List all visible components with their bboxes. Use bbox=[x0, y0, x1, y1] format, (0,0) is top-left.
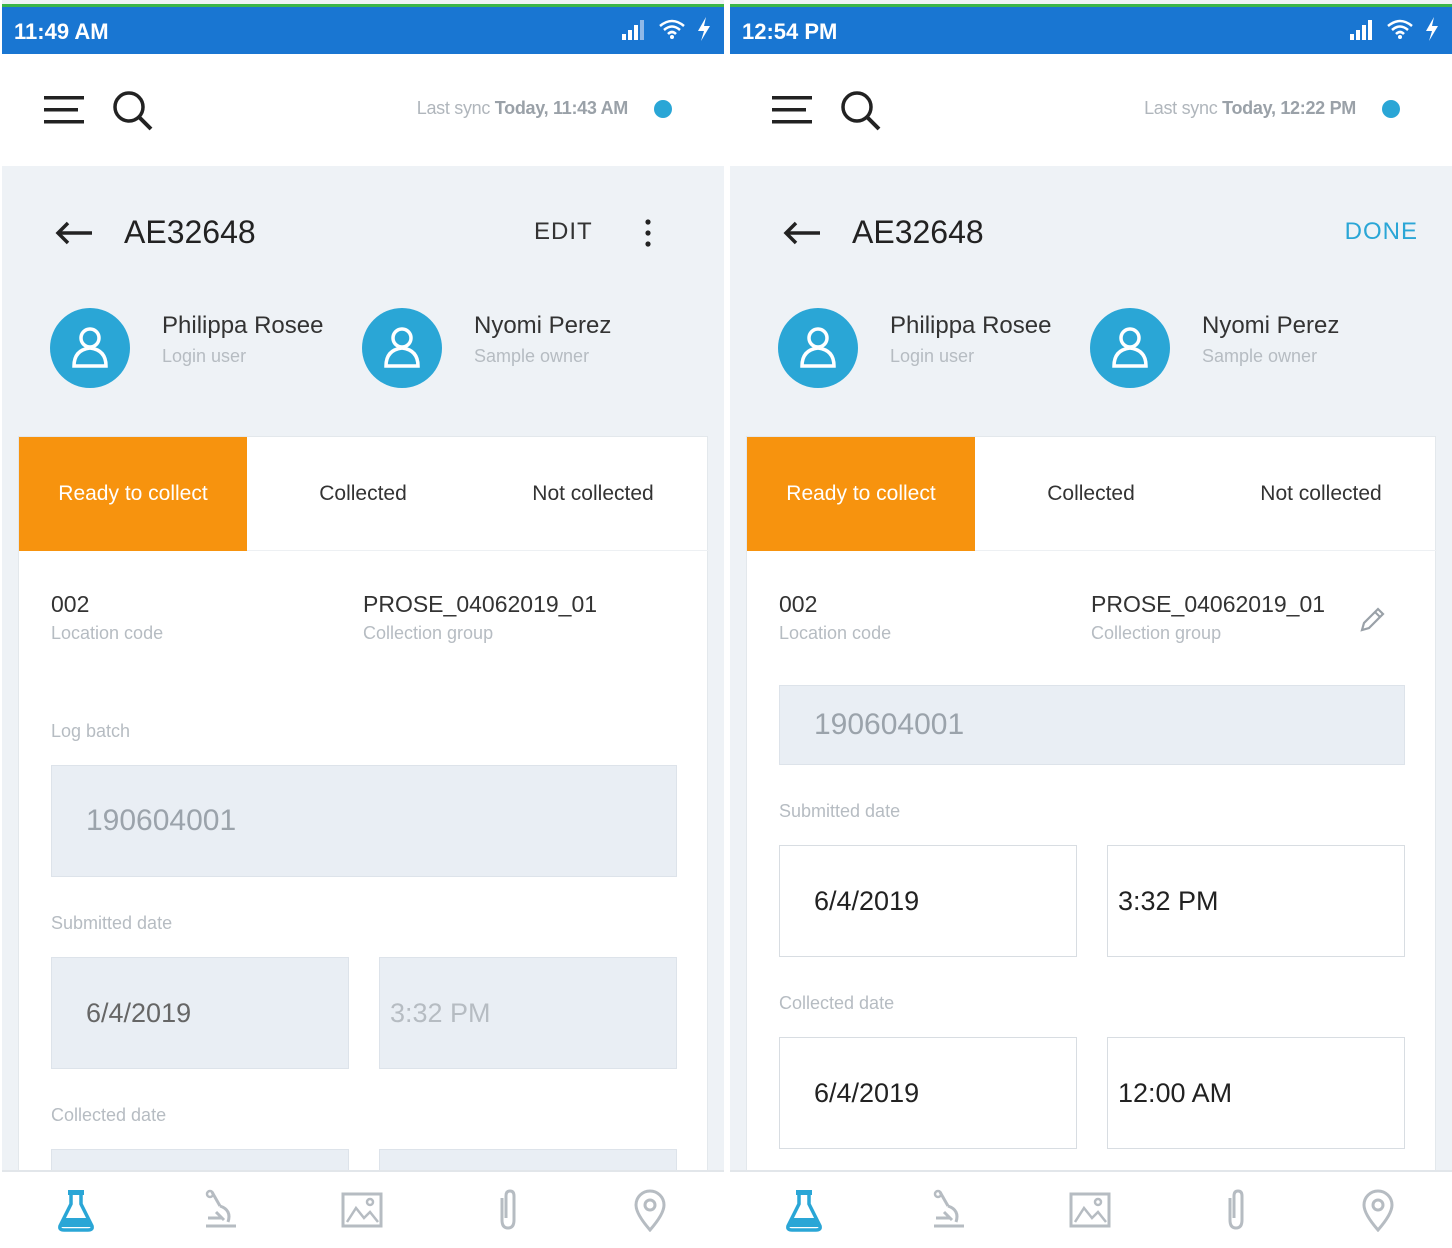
charging-icon bbox=[1426, 17, 1438, 41]
sample-owner-name: Nyomi Perez bbox=[474, 312, 612, 339]
menu-icon[interactable] bbox=[772, 94, 814, 126]
tab-collected[interactable]: Collected bbox=[249, 437, 477, 551]
collection-group-value: PROSE_04062019_01 bbox=[363, 591, 598, 617]
log-batch-label: Log batch bbox=[51, 721, 131, 741]
location-code-value: 002 bbox=[779, 591, 818, 617]
sync-time: Today, 12:22 PM bbox=[1222, 98, 1356, 118]
tab-collected[interactable]: Collected bbox=[977, 437, 1205, 551]
flask-icon[interactable] bbox=[782, 1188, 826, 1232]
status-tabs: Ready to collect Collected Not collected bbox=[747, 437, 1437, 551]
status-tabs: Ready to collect Collected Not collected bbox=[19, 437, 709, 551]
tab-not-collected[interactable]: Not collected bbox=[1207, 437, 1435, 551]
signal-icon bbox=[1350, 20, 1372, 40]
sample-id-title: AE32648 bbox=[852, 214, 984, 250]
sample-id-title: AE32648 bbox=[124, 214, 256, 250]
avatar-sample-owner bbox=[362, 308, 442, 388]
avatar-sample-owner bbox=[1090, 308, 1170, 388]
submitted-date-label: Submitted date bbox=[779, 801, 901, 821]
app-bar: Last sync Today, 12:22 PM bbox=[730, 54, 1452, 166]
avatar-login-user bbox=[778, 308, 858, 388]
submitted-time-field[interactable]: 3:32 PM bbox=[1107, 845, 1405, 957]
pencil-edit-icon[interactable] bbox=[1357, 605, 1387, 635]
bottom-navigation bbox=[2, 1170, 724, 1248]
sync-time: Today, 11:43 AM bbox=[494, 98, 629, 118]
phone-screen-edit-mode: 12:54 PM Last sync Today, 12:22 PM AE326… bbox=[730, 0, 1452, 1248]
login-user-role: Login user bbox=[890, 346, 975, 366]
user-icon bbox=[800, 327, 836, 368]
done-button[interactable]: DONE bbox=[1345, 218, 1418, 246]
collection-group-value: PROSE_04062019_01 bbox=[1091, 591, 1326, 617]
submitted-date-field: 6/4/2019 bbox=[51, 957, 349, 1069]
search-icon[interactable] bbox=[110, 88, 154, 132]
tab-not-collected[interactable]: Not collected bbox=[479, 437, 707, 551]
back-arrow-icon[interactable] bbox=[54, 220, 94, 246]
attachment-icon[interactable] bbox=[486, 1188, 530, 1232]
avatar-login-user bbox=[50, 308, 130, 388]
sample-owner-name: Nyomi Perez bbox=[1202, 312, 1340, 339]
menu-icon[interactable] bbox=[44, 94, 86, 126]
sync-status-dot bbox=[654, 100, 672, 118]
collected-time-field[interactable]: 12:00 AM bbox=[1107, 1037, 1405, 1149]
collected-date-label: Collected date bbox=[51, 1105, 167, 1125]
image-icon[interactable] bbox=[340, 1188, 384, 1232]
submitted-time-field: 3:32 PM bbox=[379, 957, 677, 1069]
charging-icon bbox=[698, 17, 710, 41]
log-batch-field: 190604001 bbox=[51, 765, 677, 877]
collected-date-label: Collected date bbox=[779, 993, 895, 1013]
collected-date-field[interactable]: 6/4/2019 bbox=[779, 1037, 1077, 1149]
submitted-date-label: Submitted date bbox=[51, 913, 173, 933]
location-code-label: Location code bbox=[779, 623, 892, 643]
more-options-icon[interactable] bbox=[642, 218, 654, 248]
location-pin-icon[interactable] bbox=[1356, 1188, 1400, 1232]
login-user-name: Philippa Rosee bbox=[890, 312, 1052, 339]
location-code-label: Location code bbox=[51, 623, 164, 643]
log-batch-field: 190604001 bbox=[779, 685, 1405, 765]
status-bar: 12:54 PM bbox=[730, 4, 1452, 54]
image-icon[interactable] bbox=[1068, 1188, 1112, 1232]
sync-prefix: Last sync bbox=[1144, 98, 1218, 118]
bottom-navigation bbox=[730, 1170, 1452, 1248]
attachment-icon[interactable] bbox=[1214, 1188, 1258, 1232]
sample-detail-card: Ready to collect Collected Not collected… bbox=[746, 436, 1437, 1196]
microscope-icon[interactable] bbox=[198, 1188, 242, 1232]
collection-group-label: Collection group bbox=[363, 623, 494, 643]
app-bar: Last sync Today, 11:43 AM bbox=[2, 54, 724, 166]
microscope-icon[interactable] bbox=[926, 1188, 970, 1232]
sample-owner-role: Sample owner bbox=[1202, 346, 1318, 366]
tab-ready-to-collect[interactable]: Ready to collect bbox=[747, 437, 975, 551]
edit-button[interactable]: EDIT bbox=[534, 218, 593, 246]
last-sync: Last sync Today, 12:22 PM bbox=[1144, 98, 1356, 119]
signal-icon bbox=[622, 20, 644, 40]
location-code-value: 002 bbox=[51, 591, 90, 617]
last-sync: Last sync Today, 11:43 AM bbox=[416, 98, 629, 119]
sample-detail-card: Ready to collect Collected Not collected… bbox=[18, 436, 709, 1209]
status-time: 12:54 PM bbox=[742, 19, 838, 44]
user-icon bbox=[72, 327, 108, 368]
user-icon bbox=[384, 327, 420, 368]
flask-icon[interactable] bbox=[54, 1188, 98, 1232]
status-bar: 11:49 AM bbox=[2, 4, 724, 54]
location-pin-icon[interactable] bbox=[628, 1188, 672, 1232]
sample-owner-role: Sample owner bbox=[474, 346, 590, 366]
wifi-icon bbox=[659, 19, 685, 39]
phone-screen-view-mode: 11:49 AM Last sync Today, 11:43 AM AE326… bbox=[2, 0, 724, 1248]
user-icon bbox=[1112, 327, 1148, 368]
sync-prefix: Last sync bbox=[416, 98, 491, 118]
collection-group-label: Collection group bbox=[1091, 623, 1222, 643]
sync-status-dot bbox=[1382, 100, 1400, 118]
status-time: 11:49 AM bbox=[14, 19, 109, 44]
submitted-date-field[interactable]: 6/4/2019 bbox=[779, 845, 1077, 957]
wifi-icon bbox=[1387, 19, 1413, 39]
back-arrow-icon[interactable] bbox=[782, 220, 822, 246]
login-user-role: Login user bbox=[162, 346, 247, 366]
login-user-name: Philippa Rosee bbox=[162, 312, 324, 339]
tab-ready-to-collect[interactable]: Ready to collect bbox=[19, 437, 247, 551]
search-icon[interactable] bbox=[838, 88, 882, 132]
